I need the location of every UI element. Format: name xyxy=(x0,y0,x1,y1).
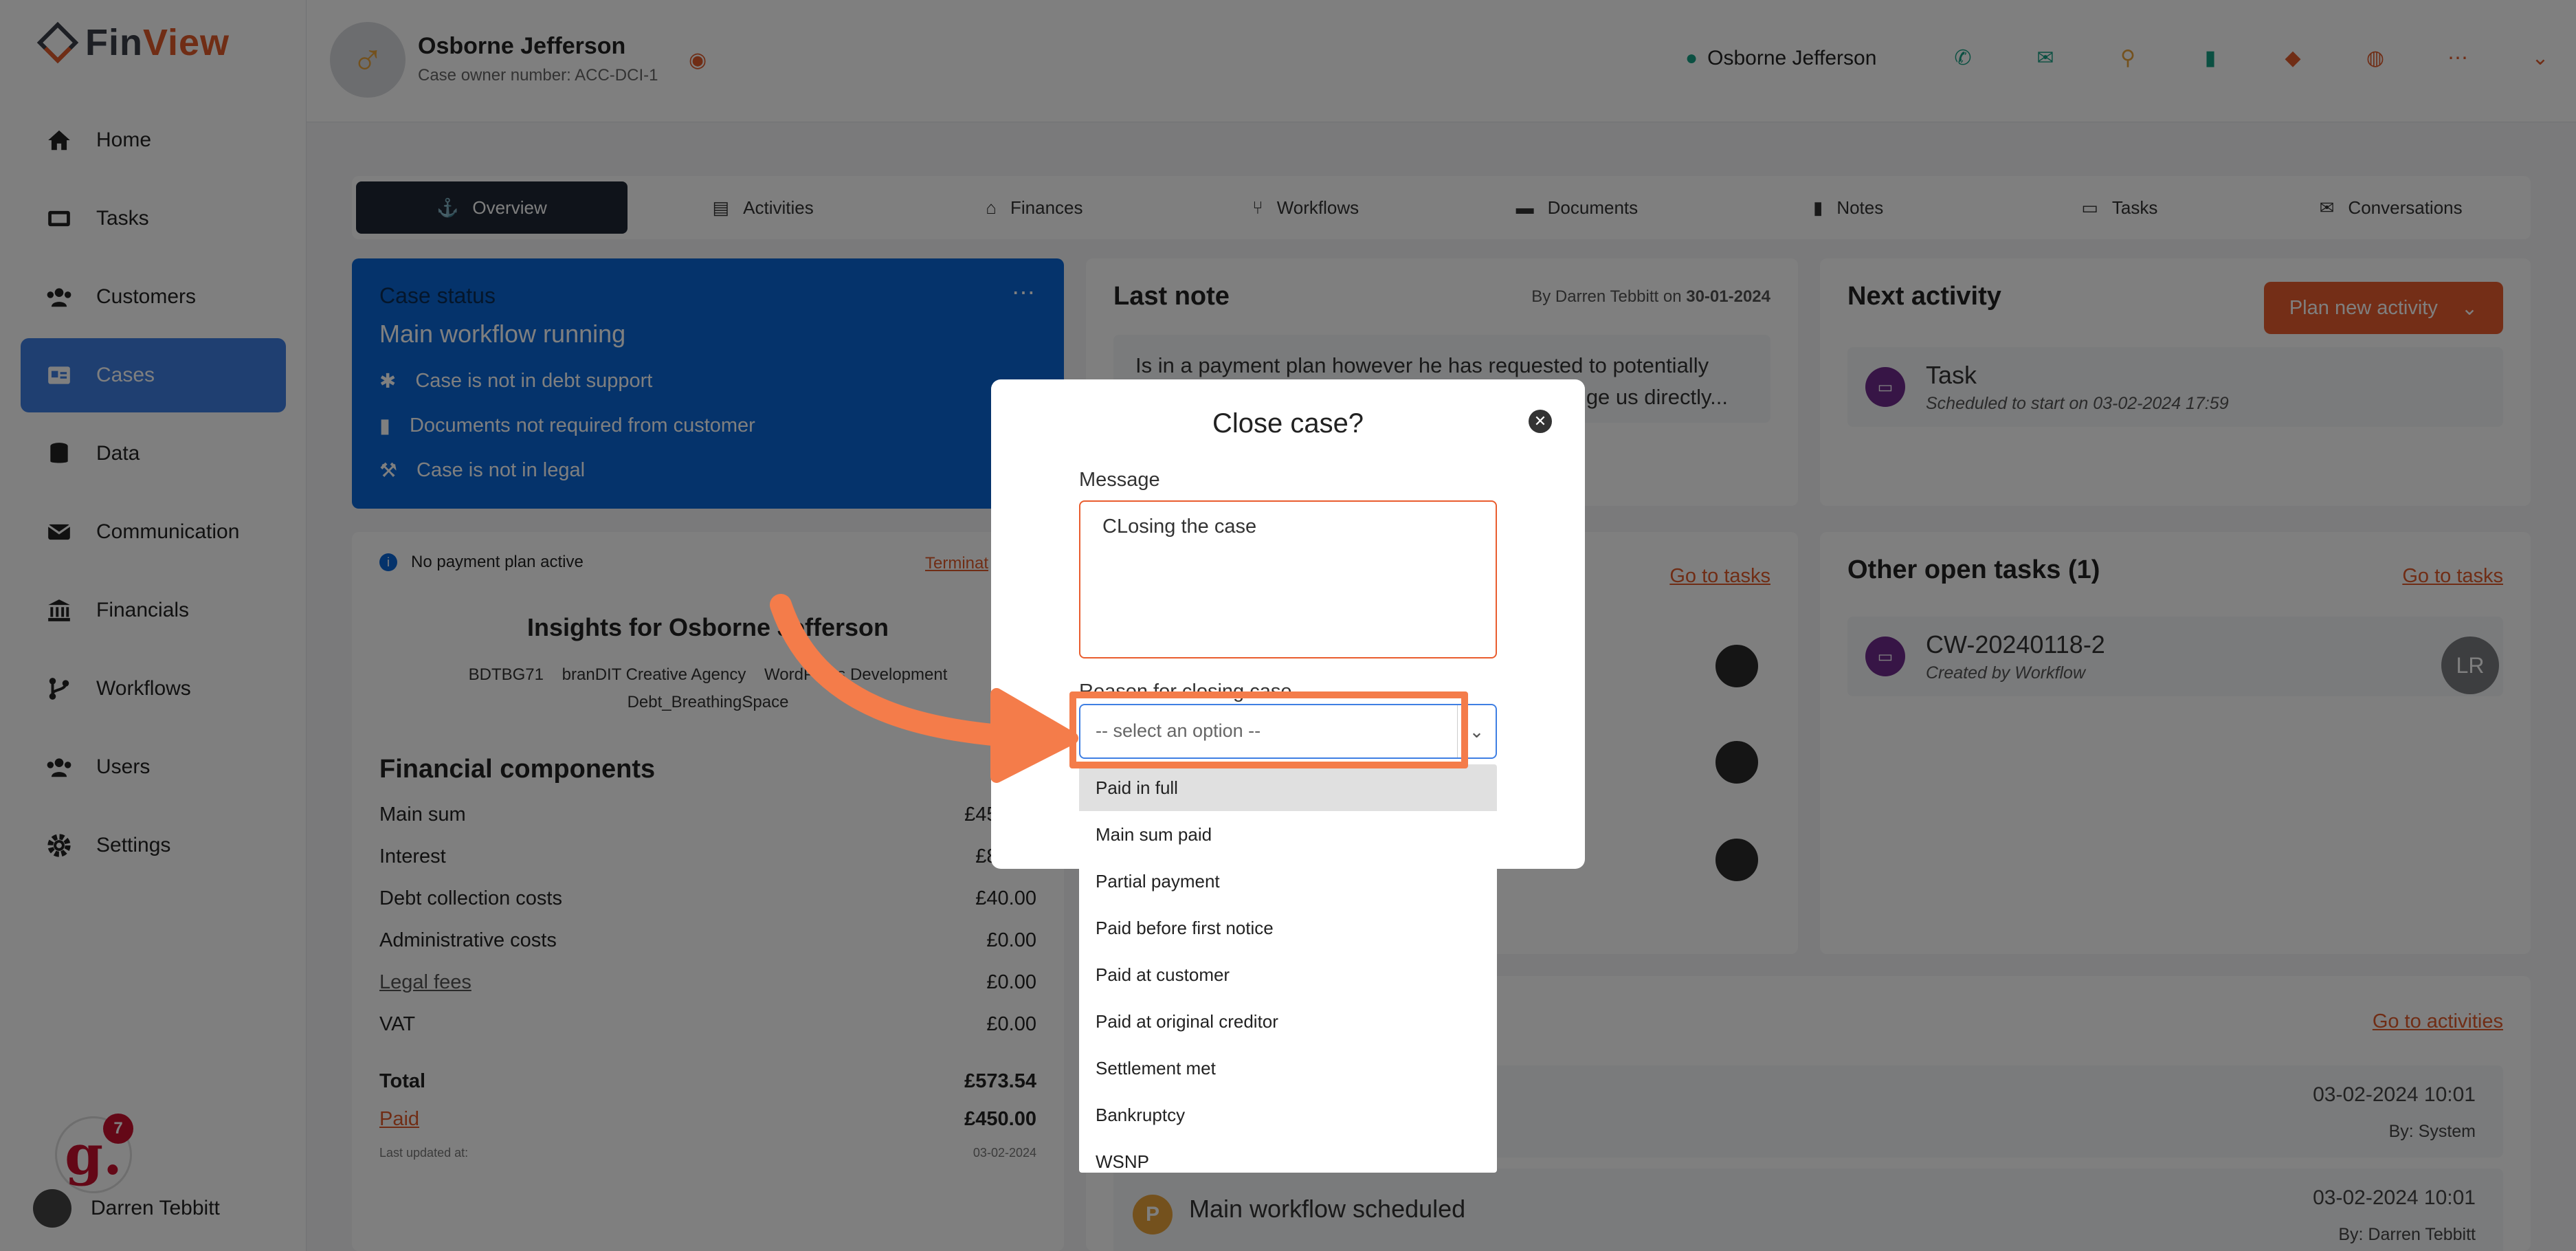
option-settlement-met[interactable]: Settlement met xyxy=(1079,1045,1497,1092)
option-paid-at-customer[interactable]: Paid at customer xyxy=(1079,951,1497,998)
option-paid-at-original-creditor[interactable]: Paid at original creditor xyxy=(1079,998,1497,1045)
message-field[interactable]: CLosing the case xyxy=(1079,500,1497,658)
highlight-box xyxy=(1069,691,1468,768)
option-wsnp[interactable]: WSNP xyxy=(1079,1138,1497,1173)
message-label: Message xyxy=(1079,469,1160,491)
option-paid-in-full[interactable]: Paid in full xyxy=(1079,764,1497,811)
close-icon[interactable]: ✕ xyxy=(1529,410,1552,433)
option-paid-before-first-notice[interactable]: Paid before first notice xyxy=(1079,905,1497,951)
modal-title: Close case? xyxy=(1212,408,1364,439)
reason-dropdown: Paid in full Main sum paid Partial payme… xyxy=(1079,764,1497,1173)
pointer-arrow-icon xyxy=(770,594,1078,783)
option-bankruptcy[interactable]: Bankruptcy xyxy=(1079,1092,1497,1138)
option-main-sum-paid[interactable]: Main sum paid xyxy=(1079,811,1497,858)
option-partial-payment[interactable]: Partial payment xyxy=(1079,858,1497,905)
